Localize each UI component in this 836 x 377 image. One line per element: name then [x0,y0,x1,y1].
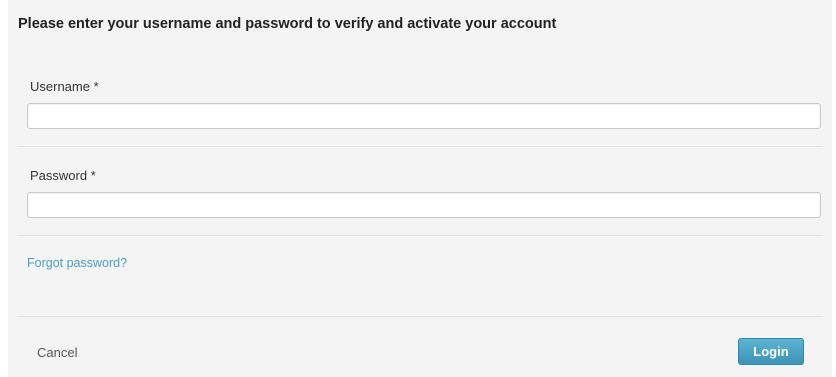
cancel-button[interactable]: Cancel [37,345,77,360]
divider [17,235,823,236]
login-button[interactable]: Login [738,338,804,365]
forgot-password-link[interactable]: Forgot password? [27,256,127,270]
login-panel: Please enter your username and password … [8,0,832,377]
username-label: Username * [30,79,99,94]
password-label: Password * [30,168,96,183]
username-input[interactable] [27,103,821,129]
footer-divider [17,316,823,317]
form-title: Please enter your username and password … [18,16,557,32]
password-input[interactable] [27,192,821,218]
divider [17,146,823,147]
